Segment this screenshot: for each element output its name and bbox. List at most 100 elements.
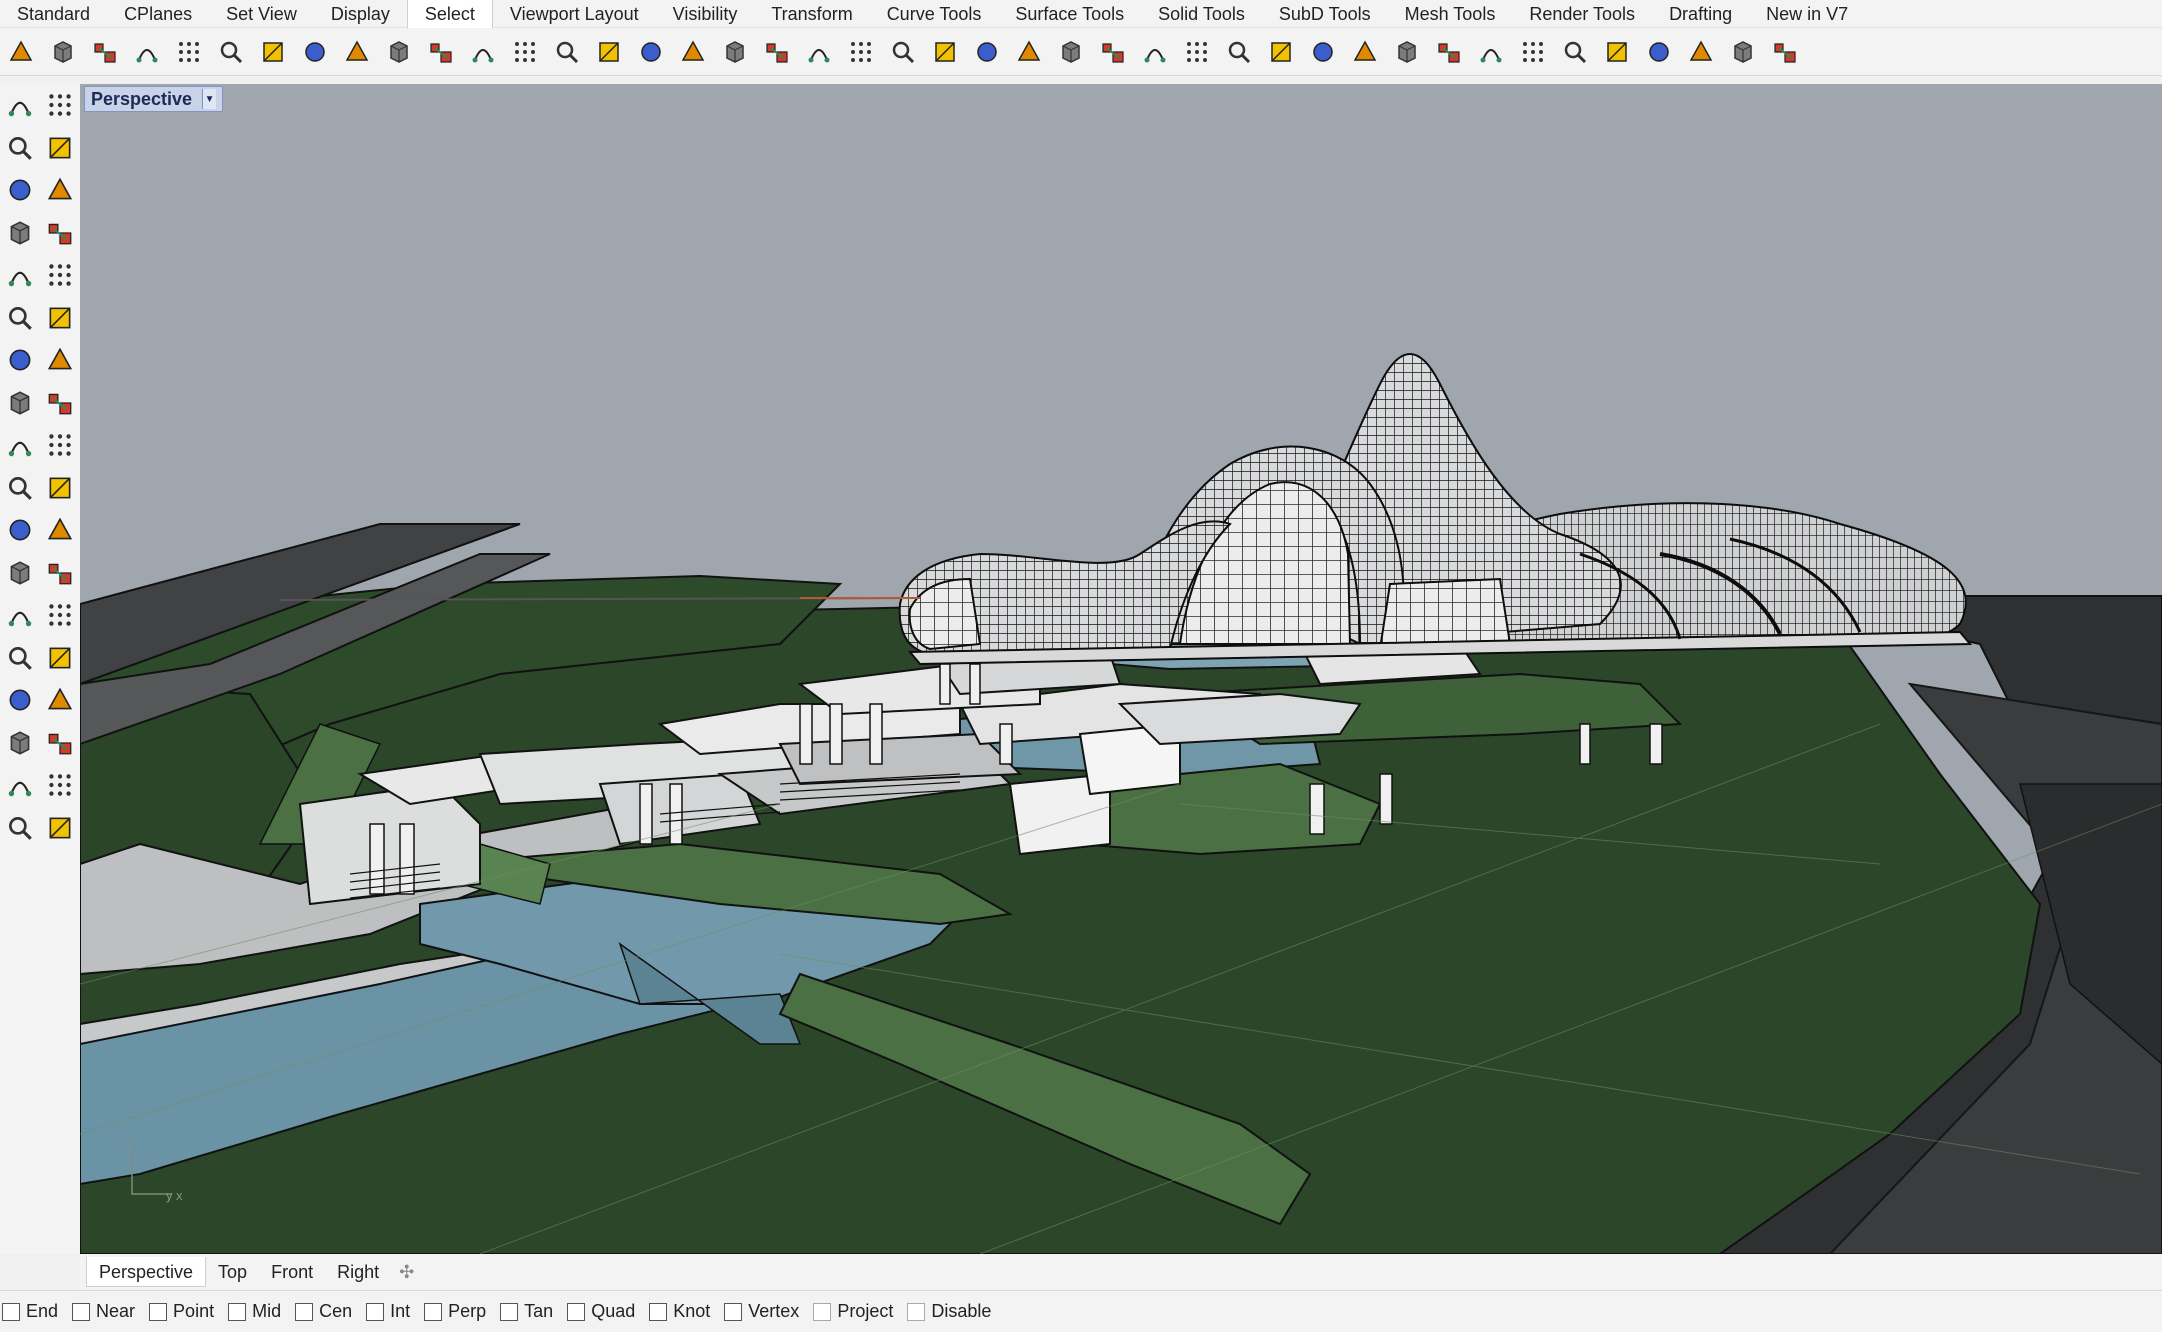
osnap-near[interactable]: Near xyxy=(72,1301,135,1322)
tab-set-view[interactable]: Set View xyxy=(209,0,314,28)
osnap-checkbox[interactable] xyxy=(149,1302,168,1321)
viewport-tab-perspective[interactable]: Perspective xyxy=(86,1257,207,1287)
rotate-icon[interactable] xyxy=(0,553,40,593)
ellipse-icon[interactable] xyxy=(40,170,80,210)
split-icon[interactable] xyxy=(0,468,40,508)
osnap-point[interactable]: Point xyxy=(149,1301,214,1322)
tab-standard[interactable]: Standard xyxy=(0,0,107,28)
select-render-mesh-icon[interactable] xyxy=(1348,35,1382,69)
polar-array-icon[interactable] xyxy=(0,723,40,763)
osnap-end[interactable]: End xyxy=(2,1301,58,1322)
select-sphere-icon[interactable] xyxy=(844,35,878,69)
tab-render-tools[interactable]: Render Tools xyxy=(1512,0,1652,28)
polygon-icon[interactable] xyxy=(0,255,40,295)
shade-icon[interactable] xyxy=(0,808,40,848)
viewport-menu-chevron-down-icon[interactable]: ▼ xyxy=(202,89,217,109)
explode-icon[interactable] xyxy=(0,425,40,465)
osnap-checkbox[interactable] xyxy=(2,1302,20,1321)
select-shaded-icon[interactable] xyxy=(1264,35,1298,69)
zoom-icon[interactable] xyxy=(1474,35,1508,69)
group-icon[interactable] xyxy=(40,510,80,550)
osnap-tan[interactable]: Tan xyxy=(500,1301,553,1322)
select-brush-icon[interactable] xyxy=(1432,35,1466,69)
loft-icon[interactable] xyxy=(40,298,80,338)
gumball-icon[interactable] xyxy=(40,723,80,763)
scale-icon[interactable] xyxy=(40,638,80,678)
tab-solid-tools[interactable]: Solid Tools xyxy=(1141,0,1262,28)
point-icon[interactable] xyxy=(40,85,80,125)
select-bad-objects-icon[interactable] xyxy=(1138,35,1172,69)
osnap-checkbox[interactable] xyxy=(228,1302,247,1321)
curve-icon[interactable] xyxy=(40,128,80,168)
tab-drafting[interactable]: Drafting xyxy=(1652,0,1749,28)
select-control-points-icon[interactable] xyxy=(508,35,542,69)
boolean-union-icon[interactable] xyxy=(0,510,40,550)
text-icon[interactable] xyxy=(0,595,40,635)
osnap-mid[interactable]: Mid xyxy=(228,1301,281,1322)
osnap-disable[interactable]: Disable xyxy=(907,1301,991,1322)
cylinder-icon[interactable] xyxy=(0,383,40,423)
select-text-icon[interactable] xyxy=(760,35,794,69)
osnap-knot[interactable]: Knot xyxy=(649,1301,710,1322)
osnap-checkbox[interactable] xyxy=(295,1302,314,1321)
osnap-cen[interactable]: Cen xyxy=(295,1301,352,1322)
select-meshes-icon[interactable] xyxy=(592,35,626,69)
viewport-tab-front[interactable]: Front xyxy=(259,1262,325,1283)
render-icon[interactable] xyxy=(0,765,40,805)
tab-curve-tools[interactable]: Curve Tools xyxy=(870,0,999,28)
viewport-scene[interactable]: x y z xyxy=(80,84,2162,1254)
select-by-color-icon[interactable] xyxy=(424,35,458,69)
tab-visibility[interactable]: Visibility xyxy=(656,0,755,28)
trim-icon[interactable] xyxy=(40,468,80,508)
select-subd-icon[interactable] xyxy=(1054,35,1088,69)
osnap-checkbox[interactable] xyxy=(907,1302,926,1321)
select-open-curves-icon[interactable] xyxy=(634,35,668,69)
select-linked-icon[interactable] xyxy=(1726,35,1760,69)
select-sheet-icon[interactable] xyxy=(1558,35,1592,69)
osnap-checkbox[interactable] xyxy=(813,1302,832,1321)
select-dimension-icon[interactable] xyxy=(718,35,752,69)
add-viewport-tab-icon[interactable]: ✣ xyxy=(391,1262,422,1283)
select-lights-icon[interactable] xyxy=(298,35,332,69)
fillet-icon[interactable] xyxy=(40,255,80,295)
tab-select[interactable]: Select xyxy=(406,0,493,28)
viewport-title[interactable]: Perspective ▼ xyxy=(84,86,224,112)
box-icon[interactable] xyxy=(0,340,40,380)
select-curves-icon[interactable] xyxy=(130,35,164,69)
rotate-3d-icon[interactable] xyxy=(40,553,80,593)
select-by-layer-icon[interactable] xyxy=(172,35,206,69)
select-ruler-icon[interactable] xyxy=(1684,35,1718,69)
viewport-tab-right[interactable]: Right xyxy=(325,1262,391,1283)
rectangle-icon[interactable] xyxy=(40,213,80,253)
analysis-icon[interactable] xyxy=(40,808,80,848)
osnap-checkbox[interactable] xyxy=(500,1302,519,1321)
select-closed-polysurface-icon[interactable] xyxy=(886,35,920,69)
osnap-perp[interactable]: Perp xyxy=(424,1301,486,1322)
select-polysurface-icon[interactable] xyxy=(214,35,248,69)
osnap-checkbox[interactable] xyxy=(72,1302,91,1321)
tab-transform[interactable]: Transform xyxy=(754,0,869,28)
select-points-icon[interactable] xyxy=(4,35,38,69)
dimension-icon[interactable] xyxy=(40,595,80,635)
pipe-icon[interactable] xyxy=(40,383,80,423)
osnap-checkbox[interactable] xyxy=(567,1302,586,1321)
select-point-cloud-icon[interactable] xyxy=(550,35,584,69)
tab-mesh-tools[interactable]: Mesh Tools xyxy=(1388,0,1513,28)
grid-icon[interactable] xyxy=(40,680,80,720)
tab-new-in-v7[interactable]: New in V7 xyxy=(1749,0,1865,28)
select-arrow-icon[interactable] xyxy=(0,85,40,125)
select-key-icon[interactable] xyxy=(1642,35,1676,69)
sphere-icon[interactable] xyxy=(40,340,80,380)
select-extrusion-icon[interactable] xyxy=(1012,35,1046,69)
tab-cplanes[interactable]: CPlanes xyxy=(107,0,209,28)
select-group-icon[interactable] xyxy=(802,35,836,69)
select-duplicate-icon[interactable] xyxy=(928,35,962,69)
select-all-points-icon[interactable] xyxy=(46,35,80,69)
tab-viewport-layout[interactable]: Viewport Layout xyxy=(493,0,656,28)
select-spiral-icon[interactable] xyxy=(1096,35,1130,69)
select-grid-icon[interactable] xyxy=(1516,35,1550,69)
select-blocks-icon[interactable] xyxy=(382,35,416,69)
circle-icon[interactable] xyxy=(0,170,40,210)
select-box-icon[interactable] xyxy=(1306,35,1340,69)
osnap-checkbox[interactable] xyxy=(366,1302,385,1321)
